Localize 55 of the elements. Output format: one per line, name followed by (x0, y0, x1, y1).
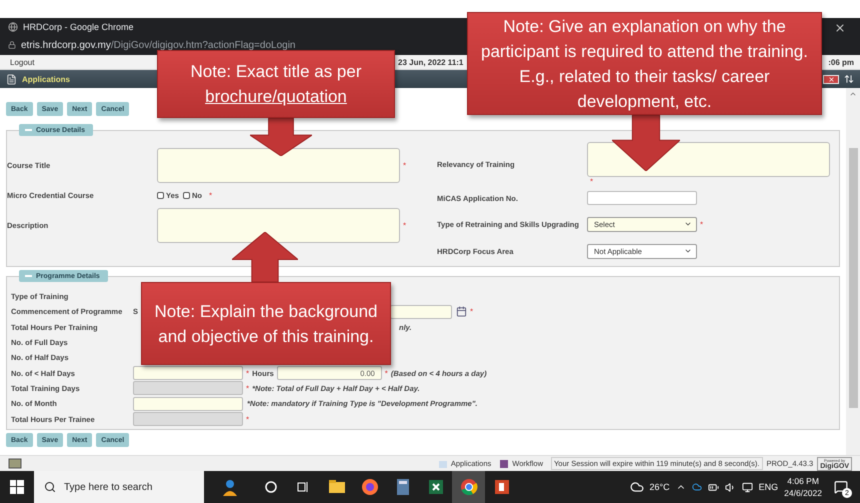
required-asterisk: * (208, 190, 212, 200)
globe-icon (8, 22, 18, 32)
input-field[interactable] (133, 396, 243, 411)
date-field[interactable] (390, 304, 452, 319)
calendar-icon[interactable] (456, 306, 468, 318)
message-icon (834, 480, 848, 494)
map-icon (8, 458, 22, 469)
address-bar[interactable]: etris.hrdcorp.gov.my/DigiGov/digigov.htm?actionFlag=doLogin (21, 40, 296, 50)
search-icon (44, 481, 56, 493)
input-field[interactable] (587, 191, 697, 205)
close-button[interactable] (823, 74, 839, 84)
required-asterisk: * (246, 384, 250, 393)
required-asterisk: * (384, 368, 388, 378)
battery-icon[interactable] (708, 482, 719, 492)
required-asterisk: * (470, 307, 474, 316)
taskbar-search-field[interactable]: Type here to search (34, 471, 204, 503)
chevron-down-icon (684, 220, 692, 228)
required-asterisk: * (590, 177, 594, 186)
required-asterisk: * (403, 160, 406, 170)
app-title: Applications (22, 74, 70, 84)
monitor-icon[interactable] (742, 482, 753, 492)
close-icon (828, 76, 834, 82)
chrome-icon[interactable] (458, 477, 478, 497)
task-view-icon[interactable] (296, 480, 310, 494)
weather-icon[interactable] (630, 480, 644, 494)
date-text: 23 Jun, 2022 11:1 (398, 58, 464, 66)
lock-icon (8, 41, 16, 49)
temperature-text[interactable]: 26°C (650, 482, 670, 492)
document-icon (6, 74, 17, 84)
note-callout: Note: Exact title as per brochure/quotation (157, 50, 395, 118)
language-indicator[interactable]: ENG (758, 482, 778, 492)
speaker-icon[interactable] (724, 482, 736, 492)
workflow-icon (499, 458, 510, 468)
window-icon (438, 458, 448, 468)
checkbox[interactable] (157, 192, 164, 198)
time-text: :06 pm (828, 58, 854, 66)
firefox-icon[interactable] (360, 477, 380, 497)
required-asterisk: * (403, 220, 406, 230)
windows-logo-icon (10, 480, 24, 494)
circle-icon[interactable] (264, 480, 278, 494)
required-asterisk: * (246, 414, 250, 424)
note-callout: Note: Explain the background and objective of this training. (141, 282, 391, 365)
chevron-down-icon (684, 247, 692, 255)
checkbox[interactable] (182, 192, 190, 198)
close-icon[interactable] (834, 22, 846, 34)
required-asterisk: * (700, 220, 704, 228)
logout-link[interactable]: Logout (10, 58, 40, 66)
input-field[interactable] (133, 366, 243, 380)
sort-icon[interactable] (844, 74, 854, 84)
cloud-icon[interactable] (692, 482, 702, 492)
note-callout: Note: Give an explanation on why the participant is required to attend the training. E.g., related to their tasks/ career development, etc. (467, 12, 822, 115)
taskbar-clock[interactable]: 4:06 PM 24/6/2022 (784, 475, 822, 499)
scrollbar[interactable] (846, 88, 860, 455)
required-asterisk: * (246, 368, 250, 378)
window-title: HRDCorp - Google Chrome (23, 22, 134, 32)
